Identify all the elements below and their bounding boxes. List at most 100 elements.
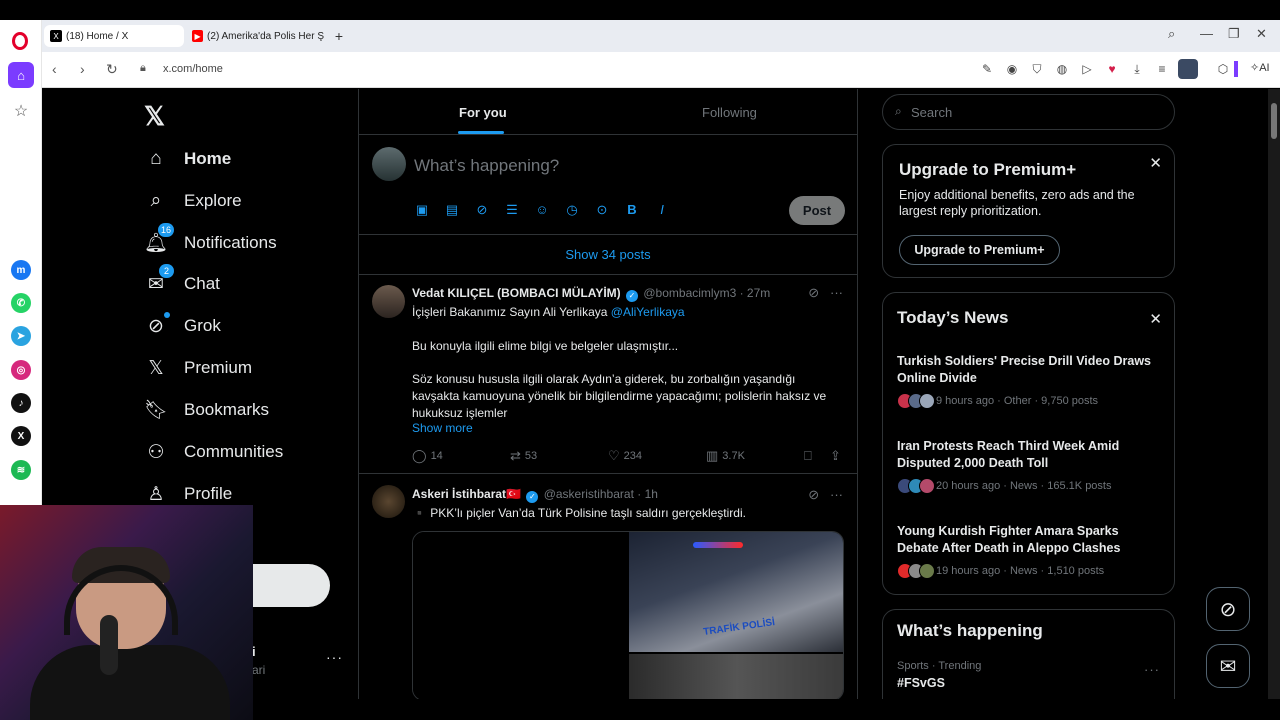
url-field[interactable]: x.com/home — [163, 63, 223, 75]
tweet-author-handle[interactable]: @askeristihbarat — [544, 487, 634, 501]
grok-fab-icon[interactable]: ⊘ — [1206, 587, 1250, 631]
views-button[interactable]: ▥ 3.7K — [706, 448, 745, 464]
nav-bookmarks[interactable]: 🔖︎ Bookmarks — [144, 395, 269, 425]
instagram-icon[interactable]: ◎ — [11, 360, 31, 380]
tiktok-icon[interactable]: ♪ — [11, 393, 31, 413]
media-video[interactable] — [413, 532, 629, 699]
communities-icon: ⚇ — [147, 441, 165, 463]
image-icon[interactable]: ▣ — [414, 202, 430, 218]
search-input[interactable]: ⌕ Search — [882, 94, 1175, 130]
news-item[interactable]: Young Kurdish Fighter Amara Sparks Debat… — [897, 523, 1162, 579]
more-icon[interactable]: ··· — [1144, 662, 1160, 677]
share-button[interactable]: ⇪ — [830, 448, 845, 464]
profile-avatar[interactable] — [1178, 59, 1198, 79]
nav-communities[interactable]: ⚇ Communities — [144, 437, 283, 467]
tab-search-icon[interactable]: ⌕ — [1168, 26, 1175, 42]
emoji-icon[interactable]: ☺ — [534, 202, 550, 217]
nav-home[interactable]: ⌂ Home — [144, 144, 231, 174]
minimize-icon[interactable]: — — [1200, 26, 1213, 41]
tab-for-you[interactable]: For you — [459, 105, 507, 120]
nav-grok[interactable]: ⊘ Grok — [144, 311, 221, 341]
tweet-header: Askeri İstihbarat🇹🇷 ✓ @askeristihbarat ·… — [412, 487, 658, 503]
post-button-large[interactable] — [244, 564, 330, 607]
avatar[interactable] — [372, 285, 405, 318]
tweet-author-name[interactable]: Askeri İstihbarat — [412, 487, 506, 501]
news-item[interactable]: Turkish Soldiers' Precise Drill Video Dr… — [897, 353, 1162, 409]
grok-compose-icon[interactable]: ⊘ — [474, 202, 490, 218]
reload-icon[interactable]: ↻ — [106, 61, 118, 78]
account-more-icon[interactable]: ··· — [326, 649, 343, 665]
show-more-link[interactable]: Show more — [412, 421, 473, 435]
messages-fab-icon[interactable]: ✉ — [1206, 644, 1250, 688]
trend-name[interactable]: #FSvGS — [897, 676, 945, 690]
italic-icon[interactable]: I — [654, 202, 670, 217]
nav-premium[interactable]: 𝕏 Premium — [144, 353, 252, 383]
upgrade-premium-button[interactable]: Upgrade to Premium+ — [899, 235, 1060, 265]
tweet-time[interactable]: · 27m — [740, 286, 771, 300]
close-window-icon[interactable]: ✕ — [1256, 26, 1267, 42]
speed-dial-home-icon[interactable]: ⌂ — [8, 62, 34, 88]
play-icon[interactable]: ▷ — [1080, 62, 1094, 76]
opera-logo-icon[interactable] — [12, 32, 28, 50]
tab-following[interactable]: Following — [702, 105, 757, 120]
x-logo-icon[interactable]: 𝕏 — [144, 101, 165, 132]
bookmark-button[interactable]: ⎕ — [804, 448, 816, 464]
forward-icon[interactable]: › — [80, 61, 85, 77]
new-tab-button[interactable]: + — [330, 27, 348, 45]
aria-ai-button[interactable]: ✧AI — [1250, 61, 1270, 74]
post-button[interactable]: Post — [789, 196, 845, 225]
grok-explain-icon[interactable]: ⊘ — [808, 487, 819, 502]
news-item[interactable]: Iran Protests Reach Third Week Amid Disp… — [897, 438, 1162, 494]
tab-x-home[interactable]: X (18) Home / X — [44, 25, 184, 47]
download-icon[interactable]: ⤓ — [1130, 62, 1144, 77]
media-image-police-car[interactable] — [629, 532, 843, 652]
tweet-author-handle[interactable]: @bombacimlym3 — [643, 286, 736, 300]
close-icon[interactable]: ✕ — [1149, 310, 1162, 328]
messenger-icon[interactable]: m — [11, 260, 31, 280]
nav-grok-label: Grok — [184, 316, 221, 335]
more-icon[interactable]: ··· — [830, 285, 843, 300]
nav-chat[interactable]: ✉ 2 Chat — [144, 264, 220, 299]
close-icon[interactable]: ✕ — [1149, 154, 1162, 172]
show-new-posts-button[interactable]: Show 34 posts — [359, 235, 857, 275]
more-icon[interactable]: ··· — [830, 487, 843, 502]
gif-icon[interactable]: ▤ — [444, 202, 460, 218]
whatsapp-icon[interactable]: ✆ — [11, 293, 31, 313]
tweet-media-grid[interactable]: TRAFİK POLİSİ — [412, 531, 844, 699]
location-icon[interactable]: ⊙ — [594, 202, 610, 218]
x-sidebar-icon[interactable]: X — [11, 426, 31, 446]
schedule-icon[interactable]: ◷ — [564, 202, 580, 218]
mention-link[interactable]: @AliYerlikaya — [611, 305, 685, 319]
poll-icon[interactable]: ☰ — [504, 202, 520, 218]
nav-explore[interactable]: ⌕ Explore — [144, 186, 242, 216]
shield-icon[interactable]: ⛉ — [1030, 62, 1044, 77]
restore-icon[interactable]: ❐ — [1228, 26, 1240, 42]
grok-explain-icon[interactable]: ⊘ — [808, 285, 819, 300]
heart-icon[interactable]: ♥ — [1105, 62, 1119, 76]
like-button[interactable]: ♡ 234 — [608, 448, 642, 464]
repost-button[interactable]: ⇄ 53 — [510, 448, 537, 464]
camera-icon[interactable]: ◉ — [1005, 62, 1019, 76]
tweet-time[interactable]: · 1h — [637, 487, 658, 501]
nav-notifications[interactable]: 🔔︎ 16 Notifications — [144, 223, 277, 258]
bold-icon[interactable]: B — [624, 202, 640, 217]
scroll-thumb[interactable] — [1271, 103, 1277, 139]
edit-icon[interactable]: ✎ — [980, 62, 994, 76]
bookmarks-star-icon[interactable]: ☆ — [8, 98, 34, 124]
tweet[interactable]: Vedat KILIÇEL (BOMBACI MÜLAYİM) ✓ @bomba… — [359, 275, 857, 474]
cube-icon[interactable]: ⬡ — [1216, 62, 1230, 76]
avatar[interactable] — [372, 485, 405, 518]
vpn-icon[interactable]: ◍ — [1055, 62, 1069, 76]
tweet-author-name[interactable]: Vedat KILIÇEL (BOMBACI MÜLAYİM) — [412, 286, 621, 300]
back-icon[interactable]: ‹ — [52, 61, 57, 77]
avatar[interactable] — [372, 147, 406, 181]
page-scrollbar[interactable] — [1268, 89, 1280, 699]
tweet[interactable]: Askeri İstihbarat🇹🇷 ✓ @askeristihbarat ·… — [359, 475, 857, 699]
reply-button[interactable]: ◯ 14 — [412, 448, 443, 464]
spotify-icon[interactable]: ≋ — [11, 460, 31, 480]
menu-icon[interactable]: ≡ — [1155, 62, 1169, 76]
compose-input[interactable]: What’s happening? — [414, 156, 559, 176]
telegram-icon[interactable]: ➤ — [11, 326, 31, 346]
tab-youtube[interactable]: ▶ (2) Amerika'da Polis Her Ş — [186, 25, 324, 47]
media-image-stone[interactable] — [629, 654, 843, 699]
